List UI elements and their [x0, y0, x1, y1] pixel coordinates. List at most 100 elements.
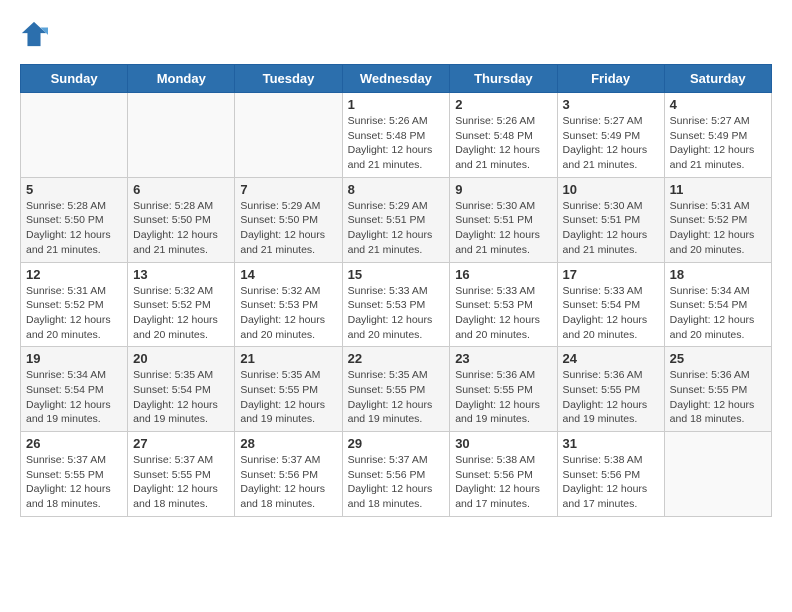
- day-info: Sunrise: 5:33 AMSunset: 5:54 PMDaylight:…: [563, 284, 659, 343]
- calendar-cell: 28 Sunrise: 5:37 AMSunset: 5:56 PMDayligh…: [235, 432, 342, 517]
- day-number: 5: [26, 182, 122, 197]
- calendar-cell: 23 Sunrise: 5:36 AMSunset: 5:55 PMDayligh…: [450, 347, 557, 432]
- calendar-cell: 1 Sunrise: 5:26 AMSunset: 5:48 PMDaylight…: [342, 93, 450, 178]
- day-info: Sunrise: 5:38 AMSunset: 5:56 PMDaylight:…: [563, 453, 659, 512]
- day-number: 12: [26, 267, 122, 282]
- calendar-cell: 3 Sunrise: 5:27 AMSunset: 5:49 PMDaylight…: [557, 93, 664, 178]
- day-info: Sunrise: 5:36 AMSunset: 5:55 PMDaylight:…: [563, 368, 659, 427]
- calendar-cell: 18 Sunrise: 5:34 AMSunset: 5:54 PMDayligh…: [664, 262, 771, 347]
- day-number: 29: [348, 436, 445, 451]
- calendar-cell: [664, 432, 771, 517]
- weekday-header-saturday: Saturday: [664, 65, 771, 93]
- day-number: 2: [455, 97, 551, 112]
- day-number: 25: [670, 351, 766, 366]
- day-info: Sunrise: 5:37 AMSunset: 5:55 PMDaylight:…: [26, 453, 122, 512]
- day-info: Sunrise: 5:28 AMSunset: 5:50 PMDaylight:…: [26, 199, 122, 258]
- calendar-cell: 12 Sunrise: 5:31 AMSunset: 5:52 PMDayligh…: [21, 262, 128, 347]
- calendar-cell: 16Sunrise: 5:33 AMSunset: 5:53 PMDayligh…: [450, 262, 557, 347]
- weekday-header-tuesday: Tuesday: [235, 65, 342, 93]
- day-info: Sunrise: 5:34 AMSunset: 5:54 PMDaylight:…: [26, 368, 122, 427]
- calendar-cell: [235, 93, 342, 178]
- week-row-2: 5 Sunrise: 5:28 AMSunset: 5:50 PMDaylight…: [21, 177, 772, 262]
- day-info: Sunrise: 5:38 AMSunset: 5:56 PMDaylight:…: [455, 453, 551, 512]
- day-number: 3: [563, 97, 659, 112]
- calendar-cell: 30 Sunrise: 5:38 AMSunset: 5:56 PMDayligh…: [450, 432, 557, 517]
- calendar-cell: 31 Sunrise: 5:38 AMSunset: 5:56 PMDayligh…: [557, 432, 664, 517]
- day-number: 27: [133, 436, 229, 451]
- day-info: Sunrise: 5:30 AMSunset: 5:51 PMDaylight:…: [563, 199, 659, 258]
- day-number: 31: [563, 436, 659, 451]
- calendar-cell: 9 Sunrise: 5:30 AMSunset: 5:51 PMDaylight…: [450, 177, 557, 262]
- day-number: 15: [348, 267, 445, 282]
- day-info: Sunrise: 5:35 AMSunset: 5:54 PMDaylight:…: [133, 368, 229, 427]
- day-info: Sunrise: 5:26 AMSunset: 5:48 PMDaylight:…: [348, 114, 445, 173]
- day-number: 1: [348, 97, 445, 112]
- weekday-header-sunday: Sunday: [21, 65, 128, 93]
- calendar-cell: 10 Sunrise: 5:30 AMSunset: 5:51 PMDayligh…: [557, 177, 664, 262]
- day-info: Sunrise: 5:34 AMSunset: 5:54 PMDaylight:…: [670, 284, 766, 343]
- day-number: 23: [455, 351, 551, 366]
- day-number: 18: [670, 267, 766, 282]
- day-number: 9: [455, 182, 551, 197]
- day-info: Sunrise: 5:33 AMSunset: 5:53 PMDaylight:…: [348, 284, 445, 343]
- calendar-cell: 25 Sunrise: 5:36 AMSunset: 5:55 PMDayligh…: [664, 347, 771, 432]
- page-header: [20, 20, 772, 48]
- day-info: Sunrise: 5:31 AMSunset: 5:52 PMDaylight:…: [670, 199, 766, 258]
- day-info: Sunrise: 5:27 AMSunset: 5:49 PMDaylight:…: [563, 114, 659, 173]
- calendar-cell: 24Sunrise: 5:36 AMSunset: 5:55 PMDayligh…: [557, 347, 664, 432]
- day-number: 26: [26, 436, 122, 451]
- calendar-cell: 14 Sunrise: 5:32 AMSunset: 5:53 PMDayligh…: [235, 262, 342, 347]
- logo: [20, 20, 52, 48]
- day-info: Sunrise: 5:37 AMSunset: 5:55 PMDaylight:…: [133, 453, 229, 512]
- day-number: 21: [240, 351, 336, 366]
- day-info: Sunrise: 5:36 AMSunset: 5:55 PMDaylight:…: [455, 368, 551, 427]
- weekday-header-monday: Monday: [128, 65, 235, 93]
- weekday-header-friday: Friday: [557, 65, 664, 93]
- day-number: 30: [455, 436, 551, 451]
- day-number: 13: [133, 267, 229, 282]
- calendar-cell: 27 Sunrise: 5:37 AMSunset: 5:55 PMDayligh…: [128, 432, 235, 517]
- calendar-cell: [21, 93, 128, 178]
- day-number: 4: [670, 97, 766, 112]
- calendar-cell: 2 Sunrise: 5:26 AMSunset: 5:48 PMDaylight…: [450, 93, 557, 178]
- day-number: 11: [670, 182, 766, 197]
- day-info: Sunrise: 5:30 AMSunset: 5:51 PMDaylight:…: [455, 199, 551, 258]
- day-info: Sunrise: 5:37 AMSunset: 5:56 PMDaylight:…: [348, 453, 445, 512]
- day-number: 6: [133, 182, 229, 197]
- logo-icon: [20, 20, 48, 48]
- day-number: 22: [348, 351, 445, 366]
- weekday-header-thursday: Thursday: [450, 65, 557, 93]
- calendar-cell: 21 Sunrise: 5:35 AMSunset: 5:55 PMDayligh…: [235, 347, 342, 432]
- day-info: Sunrise: 5:32 AMSunset: 5:52 PMDaylight:…: [133, 284, 229, 343]
- day-info: Sunrise: 5:28 AMSunset: 5:50 PMDaylight:…: [133, 199, 229, 258]
- calendar-cell: 22 Sunrise: 5:35 AMSunset: 5:55 PMDayligh…: [342, 347, 450, 432]
- day-info: Sunrise: 5:35 AMSunset: 5:55 PMDaylight:…: [348, 368, 445, 427]
- week-row-1: 1 Sunrise: 5:26 AMSunset: 5:48 PMDaylight…: [21, 93, 772, 178]
- weekday-header-wednesday: Wednesday: [342, 65, 450, 93]
- day-info: Sunrise: 5:32 AMSunset: 5:53 PMDaylight:…: [240, 284, 336, 343]
- day-number: 16: [455, 267, 551, 282]
- day-info: Sunrise: 5:29 AMSunset: 5:50 PMDaylight:…: [240, 199, 336, 258]
- calendar-cell: 29 Sunrise: 5:37 AMSunset: 5:56 PMDayligh…: [342, 432, 450, 517]
- week-row-5: 26 Sunrise: 5:37 AMSunset: 5:55 PMDayligh…: [21, 432, 772, 517]
- calendar-cell: 11 Sunrise: 5:31 AMSunset: 5:52 PMDayligh…: [664, 177, 771, 262]
- day-number: 17: [563, 267, 659, 282]
- day-number: 28: [240, 436, 336, 451]
- calendar-cell: 4Sunrise: 5:27 AMSunset: 5:49 PMDaylight…: [664, 93, 771, 178]
- weekday-header-row: SundayMondayTuesdayWednesdayThursdayFrid…: [21, 65, 772, 93]
- day-number: 8: [348, 182, 445, 197]
- day-number: 10: [563, 182, 659, 197]
- day-number: 19: [26, 351, 122, 366]
- calendar-cell: 17 Sunrise: 5:33 AMSunset: 5:54 PMDayligh…: [557, 262, 664, 347]
- day-info: Sunrise: 5:31 AMSunset: 5:52 PMDaylight:…: [26, 284, 122, 343]
- day-number: 14: [240, 267, 336, 282]
- calendar-cell: [128, 93, 235, 178]
- calendar-cell: 15 Sunrise: 5:33 AMSunset: 5:53 PMDayligh…: [342, 262, 450, 347]
- calendar-cell: 5 Sunrise: 5:28 AMSunset: 5:50 PMDaylight…: [21, 177, 128, 262]
- day-info: Sunrise: 5:35 AMSunset: 5:55 PMDaylight:…: [240, 368, 336, 427]
- day-info: Sunrise: 5:37 AMSunset: 5:56 PMDaylight:…: [240, 453, 336, 512]
- day-info: Sunrise: 5:36 AMSunset: 5:55 PMDaylight:…: [670, 368, 766, 427]
- day-info: Sunrise: 5:26 AMSunset: 5:48 PMDaylight:…: [455, 114, 551, 173]
- calendar-table: SundayMondayTuesdayWednesdayThursdayFrid…: [20, 64, 772, 517]
- calendar-cell: 6 Sunrise: 5:28 AMSunset: 5:50 PMDaylight…: [128, 177, 235, 262]
